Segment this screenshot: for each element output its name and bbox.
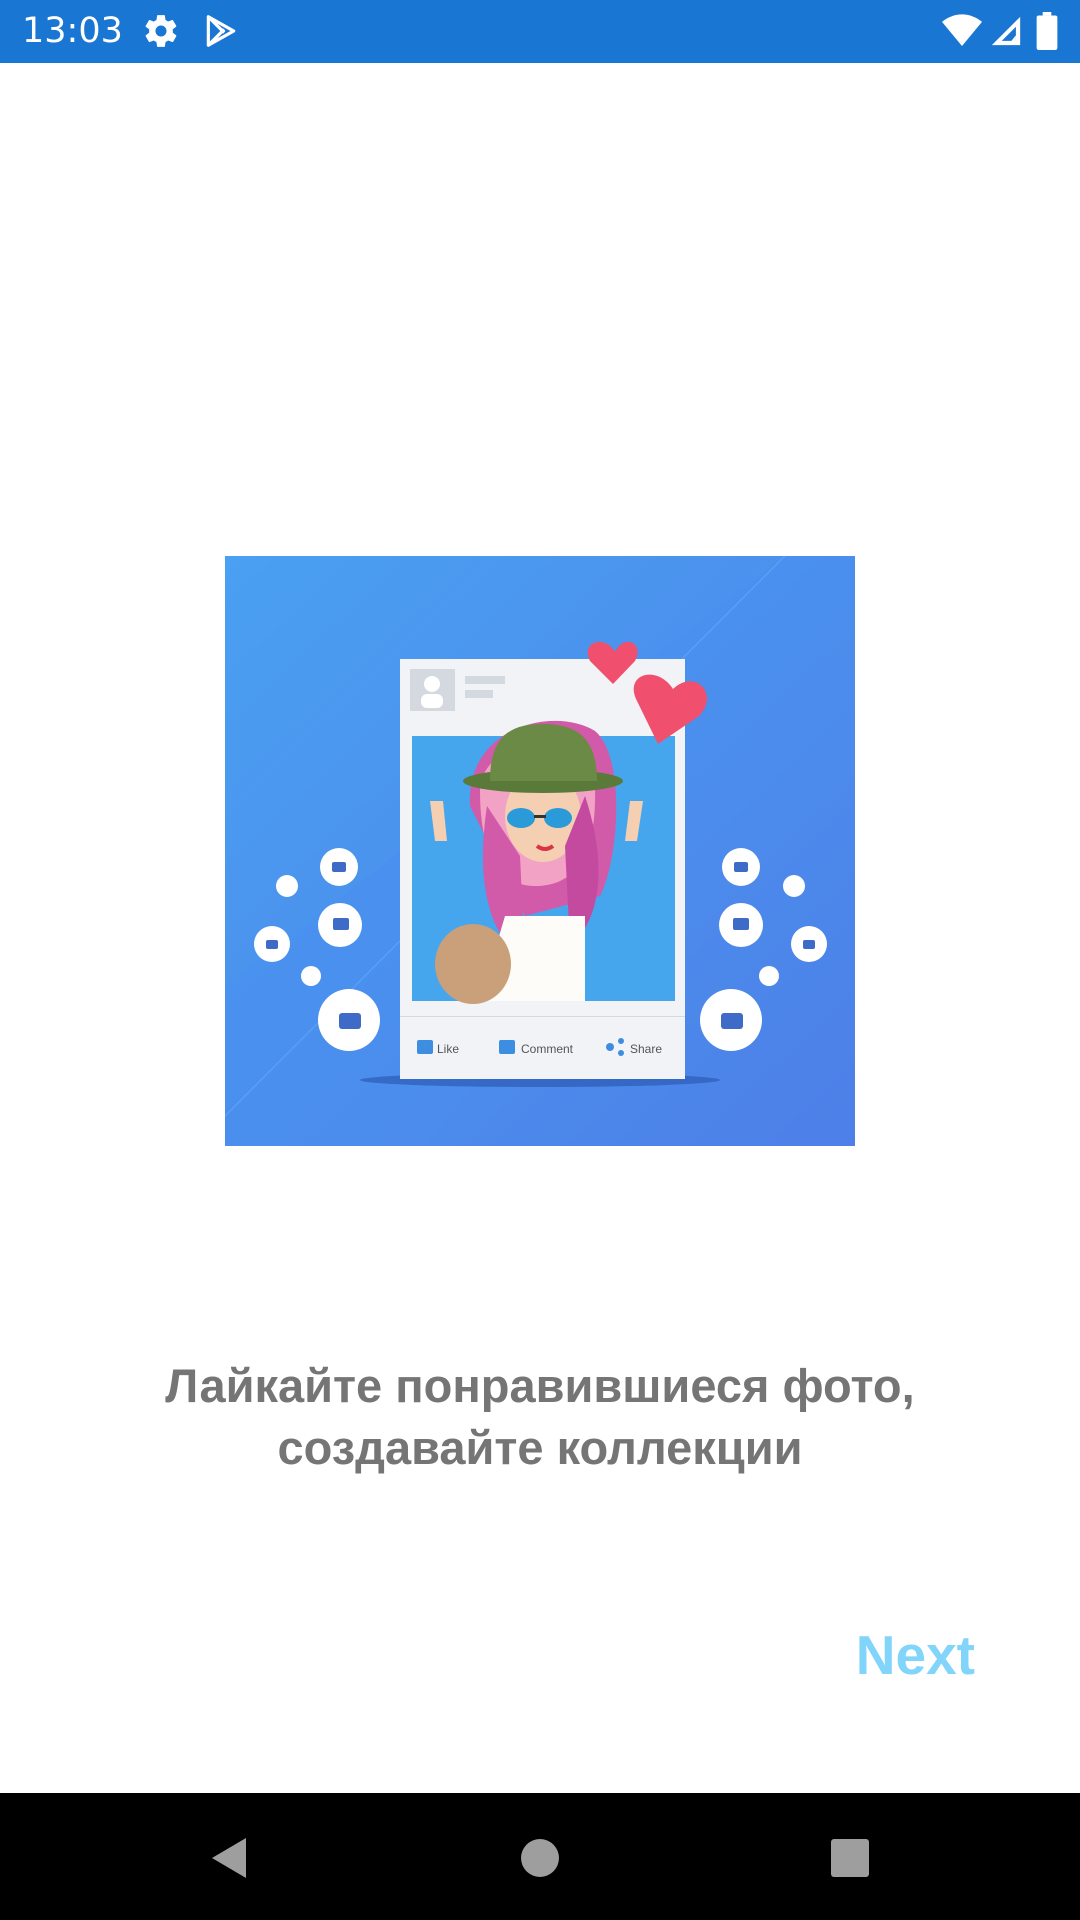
- signal-icon: [988, 14, 1024, 48]
- gear-icon: [142, 12, 180, 50]
- next-button[interactable]: Next: [856, 1620, 975, 1690]
- status-bar: 13:03: [0, 0, 1080, 63]
- home-icon[interactable]: [505, 1823, 575, 1893]
- recents-icon[interactable]: [815, 1823, 885, 1893]
- navigation-bar: [0, 1793, 1080, 1920]
- battery-icon: [1036, 12, 1058, 50]
- onboarding-caption: Лайкайте понравившиеся фото, создавайте …: [60, 1355, 1020, 1479]
- back-icon[interactable]: [198, 1823, 268, 1893]
- post-action-share: Share: [630, 1042, 662, 1056]
- wifi-icon: [942, 14, 982, 48]
- onboarding-illustration: Like Comment Share: [225, 556, 855, 1146]
- post-action-like: Like: [437, 1042, 459, 1056]
- status-time: 13:03: [22, 11, 123, 51]
- post-action-comment: Comment: [521, 1042, 574, 1056]
- caption-line-1: Лайкайте понравившиеся фото,: [165, 1359, 915, 1412]
- caption-line-2: создавайте коллекции: [277, 1421, 803, 1474]
- play-store-icon: [202, 12, 240, 50]
